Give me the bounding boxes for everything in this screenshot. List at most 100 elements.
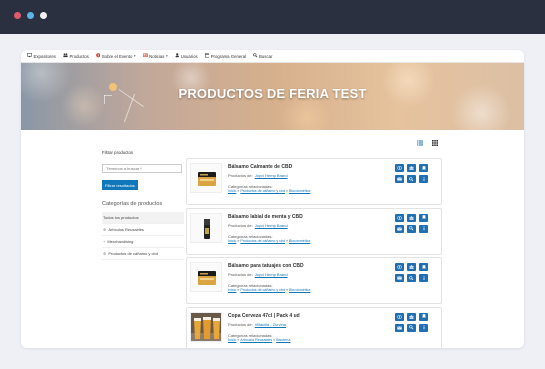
people-button[interactable]: [407, 213, 416, 222]
caret-down-icon: ▾: [133, 54, 136, 58]
nav-item-sobre-el-evento[interactable]: Sobre el Evento ▾: [95, 53, 136, 59]
people-button[interactable]: [407, 312, 416, 321]
mail-icon: [397, 276, 402, 280]
bookmark-button[interactable]: [419, 312, 428, 321]
minimize-dot[interactable]: [40, 12, 47, 19]
eye-icon: [397, 314, 402, 319]
mail-button[interactable]: [395, 175, 404, 183]
producer-label: Productos de:: [228, 272, 253, 277]
product-image[interactable]: [190, 163, 222, 193]
mail-button[interactable]: [395, 323, 404, 332]
category-link[interactable]: Productos de cáñamo y cbd: [240, 288, 285, 292]
category-item[interactable]: Todos los productos: [102, 212, 184, 224]
filter-label: Filtrar productos: [102, 150, 134, 155]
plus-circle-icon[interactable]: ⊕: [103, 227, 106, 232]
category-label: Artículos Reusables: [108, 227, 144, 232]
category-link[interactable]: Biocosmética: [289, 189, 310, 193]
product-image[interactable]: [190, 311, 222, 342]
monitor-icon: [27, 53, 32, 59]
producer-link[interactable]: Joyví Hemp Brand: [255, 223, 288, 228]
category-link[interactable]: Biocosmética: [289, 288, 310, 292]
list-view-icon[interactable]: [417, 140, 423, 148]
nav-item-expositores[interactable]: Expositores: [27, 53, 56, 59]
info-icon: [423, 226, 425, 231]
mail-button[interactable]: [395, 224, 404, 233]
plus-circle-icon[interactable]: ⊕: [103, 251, 106, 256]
producer-link[interactable]: Joyví Hemp Brand: [255, 272, 288, 277]
eye-icon: [397, 166, 402, 170]
eye-button[interactable]: [395, 164, 404, 172]
producer-link[interactable]: Joyví Hemp Brand: [255, 173, 288, 178]
nav-item-label: Expositores: [33, 53, 56, 59]
product-title[interactable]: Bálsamo para tatuajes con CBD: [228, 263, 304, 269]
product-producer: Productos de: Joyví Hemp Brand: [228, 223, 288, 228]
bookmark-button[interactable]: [419, 213, 428, 222]
bookmark-button[interactable]: [419, 263, 428, 271]
nav-item-productos[interactable]: Productos: [63, 53, 89, 59]
search-button[interactable]: [407, 175, 416, 183]
search-icon: [409, 325, 414, 330]
product-producer: Productos de: Joyví Hemp Brand: [228, 173, 288, 178]
people-button[interactable]: [407, 263, 416, 271]
category-link[interactable]: Artículos Reusables: [240, 338, 272, 342]
product-title[interactable]: Copa Cerveza 47cl | Pack 4 ud: [228, 313, 300, 319]
category-item[interactable]: ⊕ Productos de cáñamo y cbd: [102, 248, 184, 260]
info-button[interactable]: [419, 323, 428, 332]
product-title[interactable]: Bálsamo Calmante de CBD: [228, 164, 292, 170]
nav-item-noticias[interactable]: Noticias ▾: [142, 53, 168, 59]
mail-icon: [397, 177, 402, 181]
top-navigation: Expositores Productos Sobre el Evento ▾ Noti…: [21, 50, 524, 63]
nav-item-usuarios[interactable]: Usuarios: [175, 53, 198, 59]
info-button[interactable]: [419, 274, 428, 282]
category-item[interactable]: ⊕ Artículos Reusables: [102, 224, 184, 236]
expand-dot[interactable]: [27, 12, 34, 19]
eye-button[interactable]: [395, 263, 404, 271]
page-title: PRODUCTOS DE FERIA TEST: [178, 86, 367, 101]
product-card: Bálsamo para tatuajes con CBD Productos d…: [186, 257, 442, 304]
product-title[interactable]: Bálsamo labial de menta y CBD: [228, 214, 303, 220]
info-icon: [423, 177, 425, 182]
category-link[interactable]: Bisutería: [276, 338, 290, 342]
search-icon: [409, 226, 414, 231]
info-icon: [423, 325, 425, 330]
nav-item-programa-general[interactable]: Programa General: [204, 53, 247, 59]
category-link[interactable]: Biocosmética: [289, 239, 310, 243]
grid-view-icon[interactable]: [432, 140, 438, 148]
product-image[interactable]: [190, 262, 222, 292]
info-button[interactable]: [419, 224, 428, 233]
mail-icon: [397, 226, 402, 231]
info-icon: [423, 276, 425, 281]
close-dot[interactable]: [14, 12, 21, 19]
people-button[interactable]: [407, 164, 416, 172]
nav-item-label: Programa General: [210, 53, 247, 59]
eye-button[interactable]: [395, 312, 404, 321]
search-button[interactable]: [407, 224, 416, 233]
hero-banner: PRODUCTOS DE FERIA TEST: [21, 63, 524, 130]
category-link[interactable]: Productos de cáñamo y cbd: [240, 239, 285, 243]
info-button[interactable]: [419, 175, 428, 183]
product-card: Bálsamo labial de menta y CBD Productos d…: [186, 207, 442, 255]
filter-button[interactable]: Filtrar resultados: [102, 180, 138, 190]
eye-button[interactable]: [395, 213, 404, 222]
product-producer: Productos de: Villacilla - Zurvina: [228, 322, 286, 327]
mail-button[interactable]: [395, 274, 404, 282]
eye-icon: [397, 265, 402, 269]
category-link[interactable]: Productos de cáñamo y cbd: [240, 189, 285, 193]
search-input[interactable]: [102, 164, 182, 173]
category-label: Productos de cáñamo y cbd: [108, 251, 158, 256]
producer-label: Productos de:: [228, 222, 253, 228]
search-button[interactable]: [407, 323, 416, 332]
product-image[interactable]: [190, 212, 222, 243]
producer-label: Productos de:: [228, 321, 253, 327]
bookmark-button[interactable]: [419, 164, 428, 172]
product-producer: Productos de: Joyví Hemp Brand: [228, 272, 288, 277]
plus-icon[interactable]: +: [103, 239, 105, 244]
nav-item-buscar[interactable]: Buscar: [253, 53, 272, 59]
window-controls: [14, 12, 47, 19]
search-icon: [253, 53, 258, 59]
search-icon: [409, 176, 414, 182]
category-item[interactable]: + Merchandising: [102, 236, 184, 248]
producer-link[interactable]: Villacilla - Zurvina: [255, 322, 286, 327]
browser-window: Expositores Productos Sobre el Evento ▾ Noti…: [21, 50, 524, 348]
search-button[interactable]: [407, 274, 416, 282]
